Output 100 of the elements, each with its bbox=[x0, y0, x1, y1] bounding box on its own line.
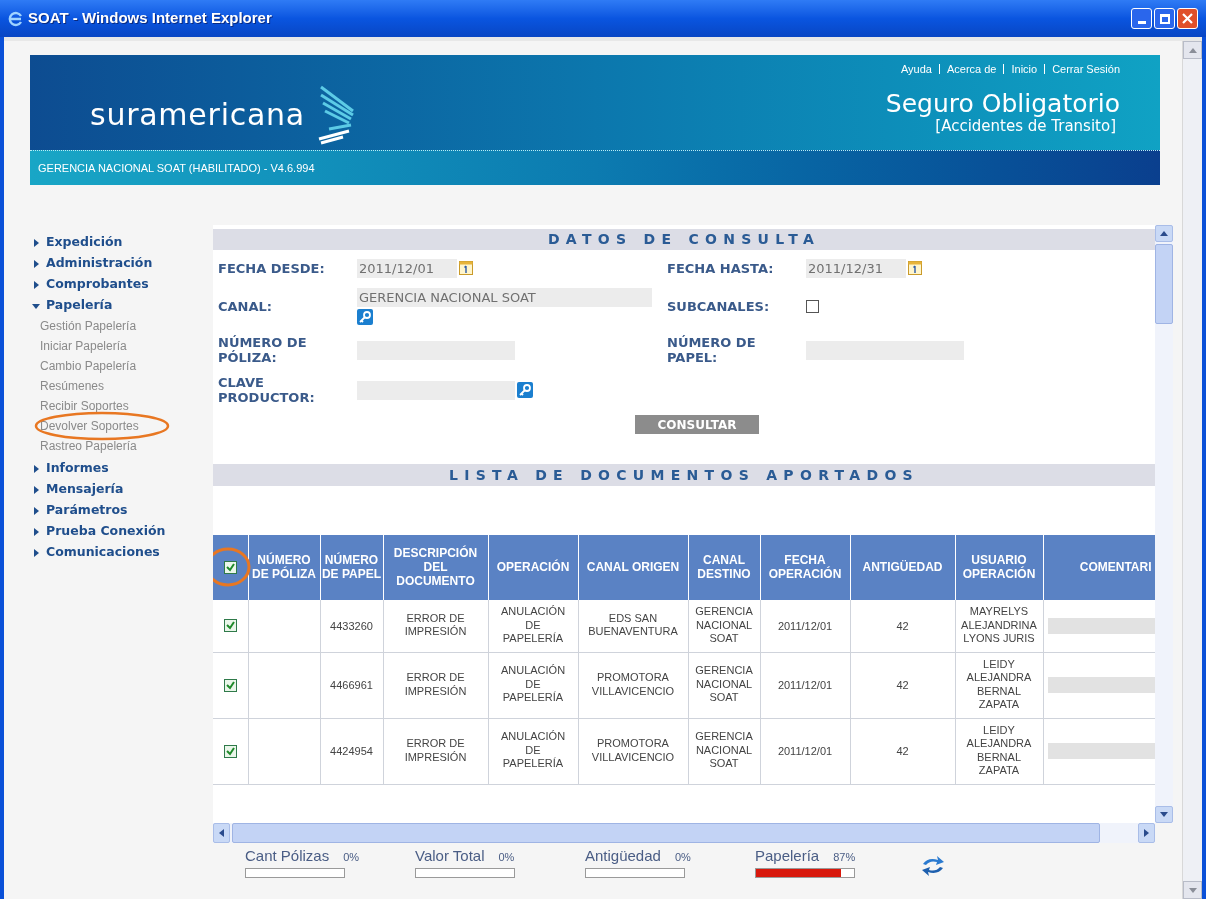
expand-arrow-icon[interactable] bbox=[32, 238, 40, 247]
column-header[interactable]: ANTIGÜEDAD bbox=[862, 560, 943, 575]
indicator-label: Antigüedad bbox=[585, 846, 661, 866]
section-heading: DATOS DE CONSULTA bbox=[213, 229, 1155, 250]
table-cell-text: GERENCIA NACIONAL SOAT bbox=[694, 605, 754, 646]
table-cell-text: ANULACIÓN DE PAPELERÍA bbox=[499, 605, 567, 646]
comment-field[interactable] bbox=[1047, 617, 1155, 634]
table-cell-text: ERROR DE IMPRESIÓN bbox=[403, 611, 468, 639]
table-cell: 4424954 bbox=[330, 744, 373, 759]
field-label: SUBCANALES: bbox=[667, 299, 771, 314]
expand-arrow-icon[interactable] bbox=[32, 280, 40, 289]
header-link[interactable]: Acerca de bbox=[946, 61, 997, 78]
submenu-item[interactable]: Resúmenes bbox=[40, 377, 105, 395]
scroll-up-icon[interactable] bbox=[1188, 47, 1197, 53]
indicator-label: Papelería bbox=[755, 846, 820, 866]
key-search-icon[interactable] bbox=[517, 382, 533, 398]
menu-item[interactable]: Informes bbox=[46, 459, 109, 478]
product-title: Seguro Obligatorio bbox=[885, 89, 1120, 118]
column-header[interactable]: NÚMERO DE PÓLIZA bbox=[249, 552, 319, 581]
table-cell: 2011/12/01 bbox=[777, 678, 833, 693]
indicator-label: Cant Pólizas bbox=[245, 846, 330, 866]
scroll-up-icon[interactable] bbox=[1160, 231, 1168, 236]
submenu-item[interactable]: Iniciar Papelería bbox=[40, 337, 127, 355]
scroll-left-icon[interactable] bbox=[219, 829, 224, 837]
checkbox[interactable] bbox=[806, 300, 819, 313]
table-cell-text: ANULACIÓN DE PAPELERÍA bbox=[499, 664, 567, 705]
checkbox[interactable] bbox=[223, 561, 237, 574]
table-cell-text: ANULACIÓN DE PAPELERÍA bbox=[499, 730, 567, 771]
refresh-icon[interactable] bbox=[920, 855, 946, 877]
menu-item[interactable]: Administración bbox=[46, 254, 153, 273]
field-label: FECHA HASTA: bbox=[667, 260, 775, 276]
column-header[interactable]: NÚMERO DE PAPEL bbox=[321, 552, 382, 581]
menu-item[interactable]: Prueba Conexión bbox=[46, 522, 166, 541]
close-icon bbox=[1182, 13, 1193, 24]
scroll-thumb[interactable] bbox=[1155, 244, 1173, 324]
date-field[interactable]: 2011/12/31 bbox=[806, 258, 906, 278]
scroll-down-icon[interactable] bbox=[1160, 812, 1168, 817]
menu-item[interactable]: Comprobantes bbox=[46, 275, 149, 294]
submenu-item[interactable]: Cambio Papelería bbox=[40, 357, 137, 375]
menu-item[interactable]: Expedición bbox=[46, 233, 123, 252]
column-header[interactable]: USUARIO OPERACIÓN bbox=[956, 552, 1042, 581]
column-header[interactable]: DESCRIPCIÓN DEL DOCUMENTO bbox=[384, 545, 487, 588]
date-field[interactable]: 2011/12/01 bbox=[357, 258, 457, 278]
channel-field[interactable]: GERENCIA NACIONAL SOAT bbox=[357, 288, 652, 307]
checkbox[interactable] bbox=[223, 619, 237, 633]
calendar-icon[interactable] bbox=[459, 261, 473, 275]
vertical-scrollbar[interactable] bbox=[1155, 225, 1173, 823]
product-subtitle: [Accidentes de Transito] bbox=[935, 117, 1116, 134]
submenu-item[interactable]: Rastreo Papelería bbox=[40, 437, 137, 455]
field-label: CLAVE PRODUCTOR: bbox=[218, 375, 316, 405]
consultar-button[interactable]: CONSULTAR bbox=[635, 415, 759, 434]
comment-field[interactable] bbox=[1047, 743, 1155, 759]
table-cell: 42 bbox=[896, 619, 909, 633]
minimize-button[interactable] bbox=[1131, 8, 1152, 29]
menu-item[interactable]: Papelería bbox=[46, 296, 113, 315]
expand-arrow-icon[interactable] bbox=[32, 485, 40, 494]
calendar-icon[interactable] bbox=[908, 261, 922, 275]
table-cell: 42 bbox=[896, 678, 909, 693]
indicator-value: 0% bbox=[498, 850, 515, 865]
comment-field[interactable] bbox=[1047, 677, 1155, 693]
table-cell: 4433260 bbox=[330, 619, 373, 633]
header-link[interactable]: Cerrar Sesión bbox=[1052, 61, 1120, 78]
table-cell: 2011/12/01 bbox=[777, 744, 833, 759]
table-cell-text: GERENCIA NACIONAL SOAT bbox=[694, 730, 754, 771]
key-search-icon[interactable] bbox=[357, 309, 373, 325]
menu-item[interactable]: Comunicaciones bbox=[46, 543, 160, 562]
close-button[interactable] bbox=[1177, 8, 1198, 29]
expand-arrow-icon[interactable] bbox=[32, 548, 40, 557]
scroll-right-icon[interactable] bbox=[1144, 829, 1149, 837]
column-header[interactable]: COMENTARI bbox=[1079, 560, 1152, 575]
expand-arrow-icon[interactable] bbox=[32, 527, 40, 536]
scroll-down-icon[interactable] bbox=[1188, 887, 1197, 893]
menu-item[interactable]: Mensajería bbox=[46, 480, 124, 499]
field-label: FECHA DESDE: bbox=[218, 260, 326, 276]
header-link[interactable]: Ayuda bbox=[900, 61, 932, 78]
table-cell-text: ERROR DE IMPRESIÓN bbox=[403, 737, 468, 764]
column-header[interactable]: CANAL ORIGEN bbox=[586, 560, 680, 575]
section-heading: LISTA DE DOCUMENTOS APORTADOS bbox=[213, 464, 1155, 486]
column-header[interactable]: OPERACIÓN bbox=[496, 560, 570, 575]
field-label: NÚMERO DE PAPEL: bbox=[667, 335, 757, 365]
menu-item[interactable]: Parámetros bbox=[46, 501, 128, 520]
expand-arrow-icon[interactable] bbox=[32, 464, 40, 473]
field-label: CANAL: bbox=[218, 299, 274, 314]
column-header[interactable]: FECHA OPERACIÓN bbox=[761, 552, 849, 581]
indicator-value: 0% bbox=[674, 850, 691, 865]
submenu-item[interactable]: Recibir Soportes bbox=[40, 397, 129, 415]
table-cell-text: EDS SAN BUENAVENTURA bbox=[587, 611, 679, 639]
submenu-item[interactable]: Gestión Papelería bbox=[40, 317, 137, 335]
collapse-arrow-icon[interactable] bbox=[32, 301, 40, 310]
table-cell-text: PROMOTORA VILLAVICENCIO bbox=[590, 737, 676, 764]
table-cell-text: PROMOTORA VILLAVICENCIO bbox=[590, 671, 676, 698]
checkbox[interactable] bbox=[223, 678, 237, 692]
checkbox[interactable] bbox=[223, 744, 237, 758]
column-header[interactable]: CANAL DESTINO bbox=[689, 552, 759, 581]
maximize-button[interactable] bbox=[1154, 8, 1175, 29]
header-link[interactable]: Inicio bbox=[1011, 61, 1038, 78]
expand-arrow-icon[interactable] bbox=[32, 259, 40, 268]
expand-arrow-icon[interactable] bbox=[32, 506, 40, 515]
brand-logo-text: suramericana bbox=[90, 95, 305, 134]
page-scrollbar[interactable] bbox=[1182, 41, 1202, 899]
